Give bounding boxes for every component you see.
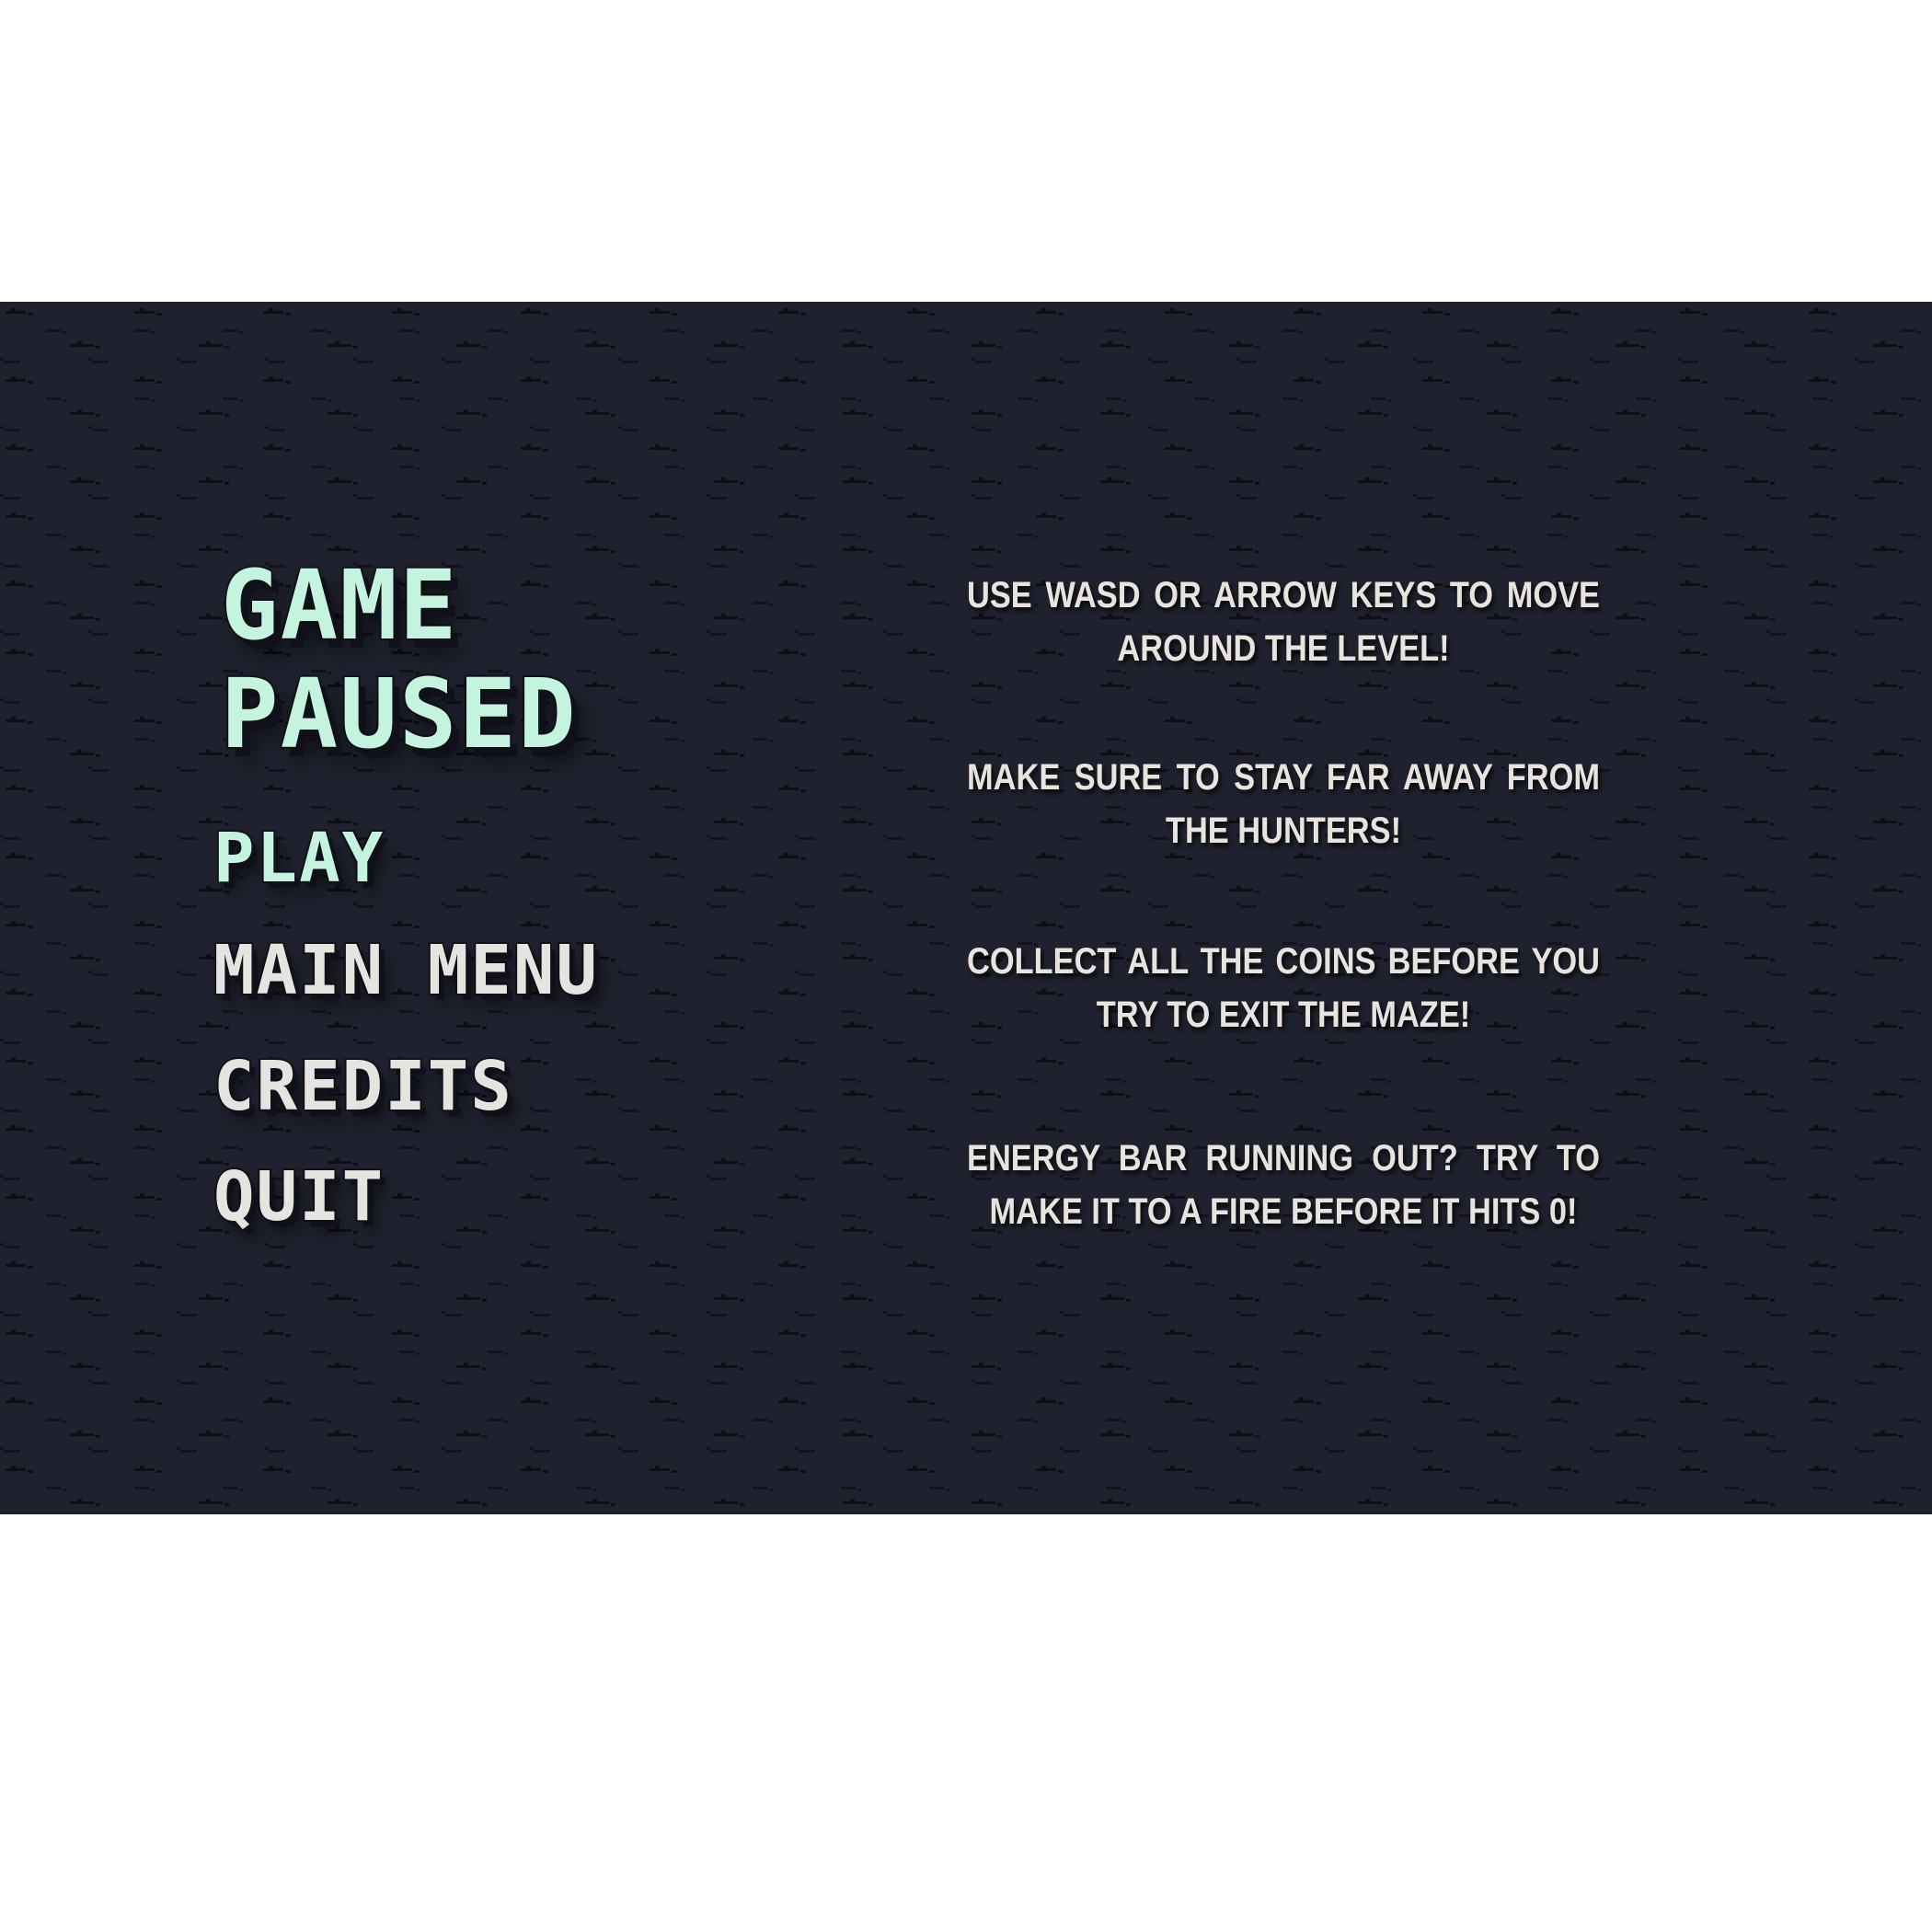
quit-button[interactable]: QUIT: [212, 1161, 385, 1233]
tip-energy: ENERGY BAR RUNNING OUT? TRY TO MAKE IT T…: [967, 1138, 1600, 1232]
tip-hunters: MAKE SURE TO STAY FAR AWAY FROM THE HUNT…: [967, 757, 1600, 851]
tip-coins: COLLECT ALL THE COINS BEFORE YOU TRY TO …: [967, 941, 1600, 1035]
pause-title-line2: PAUSED: [219, 658, 578, 770]
tip-movement: USE WASD OR ARROW KEYS TO MOVE AROUND TH…: [967, 575, 1600, 669]
pause-title-line1: GAME: [219, 549, 459, 661]
credits-button[interactable]: CREDITS: [212, 1051, 513, 1122]
main-menu-button[interactable]: MAIN MENU: [212, 935, 599, 1006]
play-button[interactable]: PLAY: [212, 822, 385, 894]
brick-texture-background: [0, 302, 1932, 1514]
pause-screen: GAME PAUSED PLAY MAIN MENU CREDITS QUIT …: [0, 302, 1932, 1514]
